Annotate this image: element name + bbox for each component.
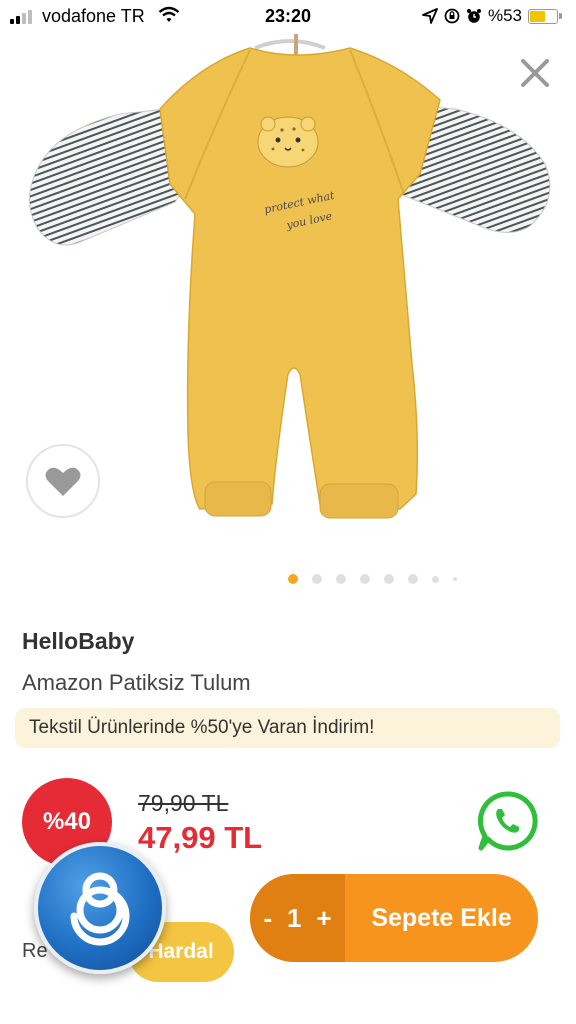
pagination-dot[interactable] (336, 574, 346, 584)
alarm-icon (466, 9, 481, 23)
pagination-dot[interactable] (432, 575, 439, 583)
old-price: 79,90 TL (138, 790, 229, 816)
whatsapp-icon[interactable] (476, 790, 538, 852)
lock-rotation-icon (444, 8, 460, 24)
pagination-dot[interactable] (453, 577, 457, 581)
quantity-stepper[interactable]: - 1 + (250, 874, 345, 962)
cart-bar: - 1 + Sepete Ekle (250, 874, 538, 962)
close-button[interactable] (514, 52, 556, 94)
pagination-dot[interactable] (288, 574, 298, 584)
heart-icon (45, 467, 81, 496)
brand-name[interactable]: HelloBaby (22, 628, 134, 655)
pagination-dot[interactable] (408, 574, 418, 584)
pagination-dot[interactable] (360, 574, 370, 584)
battery-cap (559, 13, 562, 19)
battery-percent: %53 (487, 6, 522, 25)
battery-icon (528, 8, 558, 24)
overlay-app-icon (70, 872, 130, 946)
location-icon (422, 8, 438, 24)
status-bar: vodafone TR 23:20 %53 (0, 0, 576, 34)
image-pagination (288, 574, 457, 584)
quantity-value: 1 (287, 902, 302, 933)
overlay-app-button[interactable] (34, 842, 166, 974)
favorite-button[interactable] (26, 444, 100, 518)
pagination-dot[interactable] (384, 574, 394, 584)
add-to-cart-button[interactable]: Sepete Ekle (345, 874, 538, 962)
product-name: Amazon Patiksiz Tulum (22, 670, 251, 695)
pagination-dot[interactable] (312, 574, 322, 584)
promo-banner[interactable]: Tekstil Ürünlerinde %50'ye Varan İndirim… (15, 708, 560, 748)
decrease-button[interactable]: - (263, 903, 272, 934)
increase-button[interactable]: + (316, 903, 331, 934)
